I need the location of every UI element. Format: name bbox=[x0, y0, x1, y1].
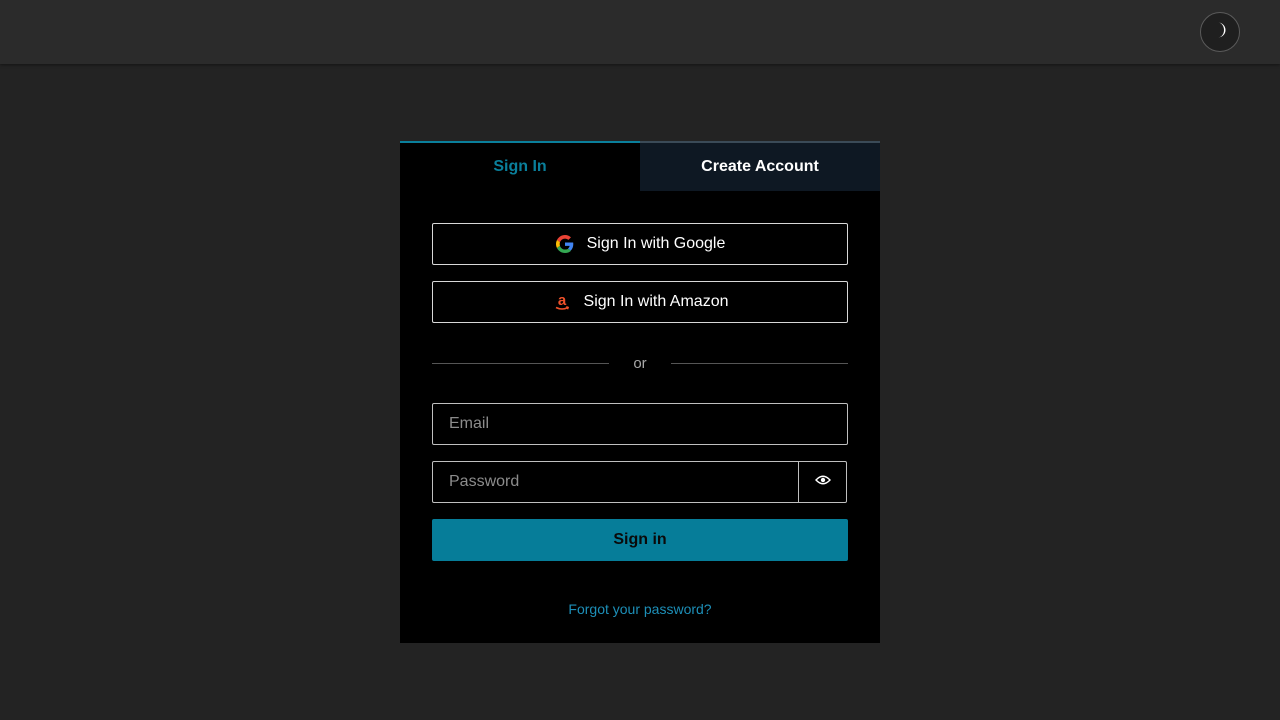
tab-create-account[interactable]: Create Account bbox=[640, 141, 880, 191]
google-sign-in-label: Sign In with Google bbox=[586, 235, 726, 252]
show-password-button[interactable] bbox=[798, 461, 847, 503]
svg-text:a: a bbox=[557, 293, 566, 309]
google-sign-in-button[interactable]: Sign In with Google bbox=[432, 223, 848, 265]
divider-line-left bbox=[432, 362, 609, 364]
password-field bbox=[432, 461, 799, 503]
google-icon bbox=[555, 234, 575, 254]
email-input[interactable] bbox=[433, 404, 847, 444]
forgot-password-container: Forgot your password? bbox=[432, 601, 848, 619]
tab-sign-in[interactable]: Sign In bbox=[400, 141, 640, 191]
auth-card: Sign In Create Account Sign In with Goog… bbox=[400, 141, 880, 643]
auth-tabs: Sign In Create Account bbox=[400, 141, 880, 191]
top-bar bbox=[0, 0, 1280, 64]
divider-text: or bbox=[633, 354, 647, 372]
eye-icon bbox=[814, 473, 831, 491]
amazon-sign-in-label: Sign In with Amazon bbox=[583, 293, 729, 310]
moon-icon bbox=[1211, 21, 1229, 44]
or-divider: or bbox=[432, 353, 848, 373]
password-input[interactable] bbox=[433, 462, 798, 502]
theme-toggle-button[interactable] bbox=[1200, 12, 1240, 52]
amazon-icon: a bbox=[552, 292, 572, 312]
forgot-password-link[interactable]: Forgot your password? bbox=[568, 601, 711, 617]
password-row bbox=[432, 461, 848, 503]
auth-body: Sign In with Google a Sign In with Amazo… bbox=[400, 191, 880, 619]
amazon-sign-in-button[interactable]: a Sign In with Amazon bbox=[432, 281, 848, 323]
email-field bbox=[432, 403, 848, 445]
sign-in-submit-button[interactable]: Sign in bbox=[432, 519, 848, 561]
divider-line-right bbox=[671, 362, 848, 364]
